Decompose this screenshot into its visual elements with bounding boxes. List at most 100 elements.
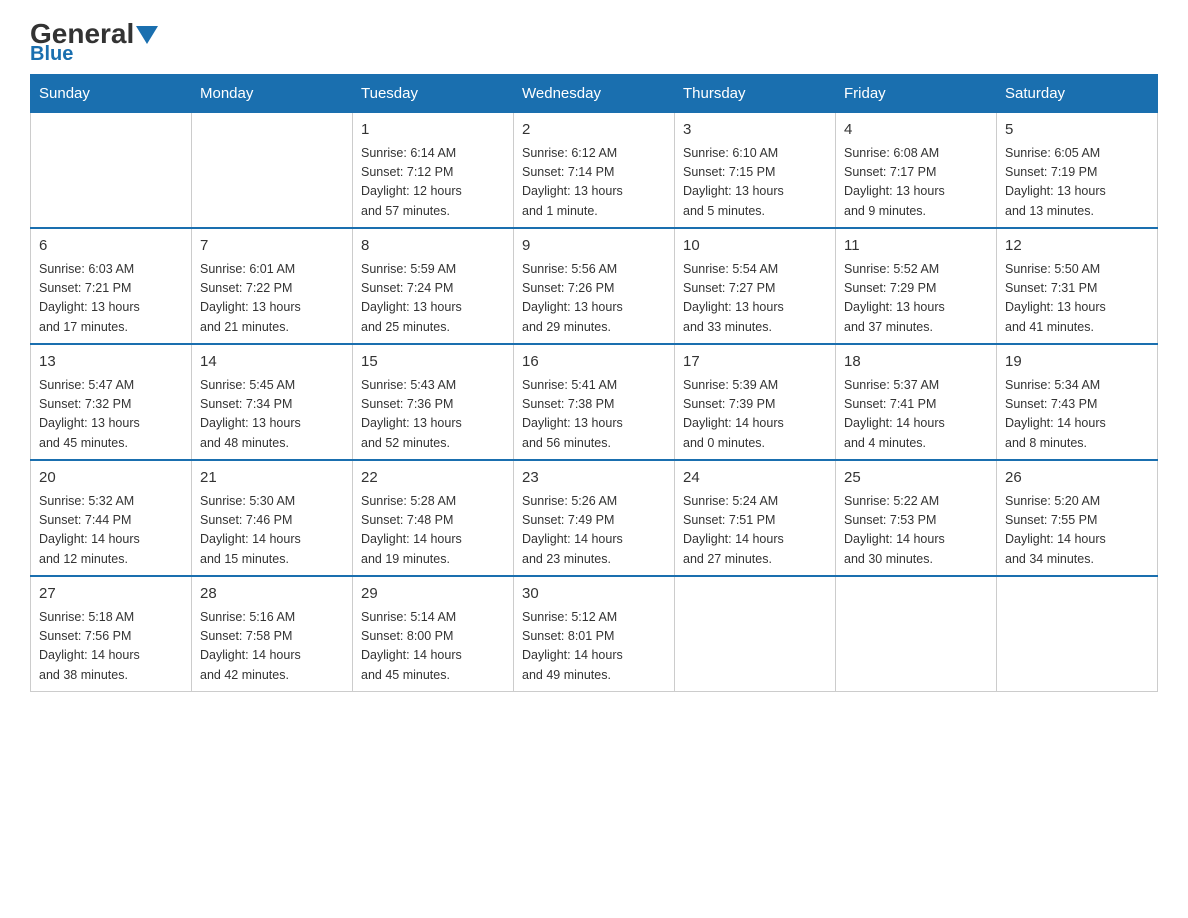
day-number: 15 bbox=[361, 351, 505, 374]
weekday-header-tuesday: Tuesday bbox=[353, 75, 514, 113]
calendar-cell: 17Sunrise: 5:39 AM Sunset: 7:39 PM Dayli… bbox=[675, 344, 836, 460]
weekday-header-friday: Friday bbox=[836, 75, 997, 113]
day-info: Sunrise: 6:01 AM Sunset: 7:22 PM Dayligh… bbox=[200, 260, 344, 338]
day-info: Sunrise: 6:05 AM Sunset: 7:19 PM Dayligh… bbox=[1005, 144, 1149, 222]
day-info: Sunrise: 5:59 AM Sunset: 7:24 PM Dayligh… bbox=[361, 260, 505, 338]
weekday-header-wednesday: Wednesday bbox=[514, 75, 675, 113]
day-number: 19 bbox=[1005, 351, 1149, 374]
day-info: Sunrise: 5:26 AM Sunset: 7:49 PM Dayligh… bbox=[522, 492, 666, 570]
calendar-cell: 22Sunrise: 5:28 AM Sunset: 7:48 PM Dayli… bbox=[353, 460, 514, 576]
day-info: Sunrise: 5:30 AM Sunset: 7:46 PM Dayligh… bbox=[200, 492, 344, 570]
calendar-week-row: 27Sunrise: 5:18 AM Sunset: 7:56 PM Dayli… bbox=[31, 576, 1158, 692]
calendar-cell: 5Sunrise: 6:05 AM Sunset: 7:19 PM Daylig… bbox=[997, 113, 1158, 229]
day-number: 8 bbox=[361, 235, 505, 258]
logo-blue: Blue bbox=[30, 44, 73, 64]
calendar-cell: 23Sunrise: 5:26 AM Sunset: 7:49 PM Dayli… bbox=[514, 460, 675, 576]
calendar-cell: 18Sunrise: 5:37 AM Sunset: 7:41 PM Dayli… bbox=[836, 344, 997, 460]
day-info: Sunrise: 6:10 AM Sunset: 7:15 PM Dayligh… bbox=[683, 144, 827, 222]
calendar-cell: 26Sunrise: 5:20 AM Sunset: 7:55 PM Dayli… bbox=[997, 460, 1158, 576]
weekday-header-sunday: Sunday bbox=[31, 75, 192, 113]
calendar-cell: 21Sunrise: 5:30 AM Sunset: 7:46 PM Dayli… bbox=[192, 460, 353, 576]
day-info: Sunrise: 5:32 AM Sunset: 7:44 PM Dayligh… bbox=[39, 492, 183, 570]
calendar-week-row: 1Sunrise: 6:14 AM Sunset: 7:12 PM Daylig… bbox=[31, 113, 1158, 229]
calendar-cell bbox=[836, 576, 997, 692]
calendar-cell: 1Sunrise: 6:14 AM Sunset: 7:12 PM Daylig… bbox=[353, 113, 514, 229]
calendar-cell: 7Sunrise: 6:01 AM Sunset: 7:22 PM Daylig… bbox=[192, 228, 353, 344]
calendar-cell: 25Sunrise: 5:22 AM Sunset: 7:53 PM Dayli… bbox=[836, 460, 997, 576]
day-number: 1 bbox=[361, 119, 505, 142]
day-info: Sunrise: 5:43 AM Sunset: 7:36 PM Dayligh… bbox=[361, 376, 505, 454]
day-number: 5 bbox=[1005, 119, 1149, 142]
calendar-cell: 24Sunrise: 5:24 AM Sunset: 7:51 PM Dayli… bbox=[675, 460, 836, 576]
calendar-cell: 6Sunrise: 6:03 AM Sunset: 7:21 PM Daylig… bbox=[31, 228, 192, 344]
calendar-cell: 30Sunrise: 5:12 AM Sunset: 8:01 PM Dayli… bbox=[514, 576, 675, 692]
calendar-cell: 11Sunrise: 5:52 AM Sunset: 7:29 PM Dayli… bbox=[836, 228, 997, 344]
day-number: 17 bbox=[683, 351, 827, 374]
day-info: Sunrise: 5:47 AM Sunset: 7:32 PM Dayligh… bbox=[39, 376, 183, 454]
calendar-cell: 20Sunrise: 5:32 AM Sunset: 7:44 PM Dayli… bbox=[31, 460, 192, 576]
day-number: 4 bbox=[844, 119, 988, 142]
calendar-cell: 2Sunrise: 6:12 AM Sunset: 7:14 PM Daylig… bbox=[514, 113, 675, 229]
day-info: Sunrise: 5:28 AM Sunset: 7:48 PM Dayligh… bbox=[361, 492, 505, 570]
day-number: 24 bbox=[683, 467, 827, 490]
calendar-cell: 9Sunrise: 5:56 AM Sunset: 7:26 PM Daylig… bbox=[514, 228, 675, 344]
day-info: Sunrise: 5:34 AM Sunset: 7:43 PM Dayligh… bbox=[1005, 376, 1149, 454]
day-number: 16 bbox=[522, 351, 666, 374]
day-info: Sunrise: 6:14 AM Sunset: 7:12 PM Dayligh… bbox=[361, 144, 505, 222]
day-info: Sunrise: 5:39 AM Sunset: 7:39 PM Dayligh… bbox=[683, 376, 827, 454]
day-info: Sunrise: 6:12 AM Sunset: 7:14 PM Dayligh… bbox=[522, 144, 666, 222]
day-number: 27 bbox=[39, 583, 183, 606]
calendar-cell: 19Sunrise: 5:34 AM Sunset: 7:43 PM Dayli… bbox=[997, 344, 1158, 460]
day-number: 10 bbox=[683, 235, 827, 258]
calendar-cell: 15Sunrise: 5:43 AM Sunset: 7:36 PM Dayli… bbox=[353, 344, 514, 460]
page-header: General Blue bbox=[30, 20, 1158, 64]
weekday-header-thursday: Thursday bbox=[675, 75, 836, 113]
day-info: Sunrise: 5:54 AM Sunset: 7:27 PM Dayligh… bbox=[683, 260, 827, 338]
day-number: 20 bbox=[39, 467, 183, 490]
day-info: Sunrise: 6:08 AM Sunset: 7:17 PM Dayligh… bbox=[844, 144, 988, 222]
calendar-week-row: 6Sunrise: 6:03 AM Sunset: 7:21 PM Daylig… bbox=[31, 228, 1158, 344]
day-number: 28 bbox=[200, 583, 344, 606]
day-info: Sunrise: 5:56 AM Sunset: 7:26 PM Dayligh… bbox=[522, 260, 666, 338]
calendar-cell: 28Sunrise: 5:16 AM Sunset: 7:58 PM Dayli… bbox=[192, 576, 353, 692]
calendar-cell bbox=[675, 576, 836, 692]
day-number: 22 bbox=[361, 467, 505, 490]
day-info: Sunrise: 5:18 AM Sunset: 7:56 PM Dayligh… bbox=[39, 608, 183, 686]
day-info: Sunrise: 5:22 AM Sunset: 7:53 PM Dayligh… bbox=[844, 492, 988, 570]
day-number: 7 bbox=[200, 235, 344, 258]
day-number: 9 bbox=[522, 235, 666, 258]
calendar-cell: 13Sunrise: 5:47 AM Sunset: 7:32 PM Dayli… bbox=[31, 344, 192, 460]
weekday-header-saturday: Saturday bbox=[997, 75, 1158, 113]
day-info: Sunrise: 5:16 AM Sunset: 7:58 PM Dayligh… bbox=[200, 608, 344, 686]
calendar-table: SundayMondayTuesdayWednesdayThursdayFrid… bbox=[30, 74, 1158, 692]
calendar-cell: 16Sunrise: 5:41 AM Sunset: 7:38 PM Dayli… bbox=[514, 344, 675, 460]
weekday-header-row: SundayMondayTuesdayWednesdayThursdayFrid… bbox=[31, 75, 1158, 113]
day-info: Sunrise: 5:50 AM Sunset: 7:31 PM Dayligh… bbox=[1005, 260, 1149, 338]
logo-triangle-icon bbox=[136, 26, 158, 44]
calendar-cell: 10Sunrise: 5:54 AM Sunset: 7:27 PM Dayli… bbox=[675, 228, 836, 344]
calendar-cell bbox=[31, 113, 192, 229]
day-number: 6 bbox=[39, 235, 183, 258]
day-info: Sunrise: 5:24 AM Sunset: 7:51 PM Dayligh… bbox=[683, 492, 827, 570]
day-info: Sunrise: 5:37 AM Sunset: 7:41 PM Dayligh… bbox=[844, 376, 988, 454]
day-info: Sunrise: 5:41 AM Sunset: 7:38 PM Dayligh… bbox=[522, 376, 666, 454]
day-number: 21 bbox=[200, 467, 344, 490]
day-number: 12 bbox=[1005, 235, 1149, 258]
day-number: 30 bbox=[522, 583, 666, 606]
day-number: 14 bbox=[200, 351, 344, 374]
day-number: 11 bbox=[844, 235, 988, 258]
calendar-cell: 8Sunrise: 5:59 AM Sunset: 7:24 PM Daylig… bbox=[353, 228, 514, 344]
calendar-week-row: 20Sunrise: 5:32 AM Sunset: 7:44 PM Dayli… bbox=[31, 460, 1158, 576]
day-number: 2 bbox=[522, 119, 666, 142]
day-number: 23 bbox=[522, 467, 666, 490]
day-number: 29 bbox=[361, 583, 505, 606]
day-info: Sunrise: 6:03 AM Sunset: 7:21 PM Dayligh… bbox=[39, 260, 183, 338]
calendar-cell: 12Sunrise: 5:50 AM Sunset: 7:31 PM Dayli… bbox=[997, 228, 1158, 344]
calendar-cell: 29Sunrise: 5:14 AM Sunset: 8:00 PM Dayli… bbox=[353, 576, 514, 692]
logo: General Blue bbox=[30, 20, 158, 64]
day-number: 26 bbox=[1005, 467, 1149, 490]
day-info: Sunrise: 5:20 AM Sunset: 7:55 PM Dayligh… bbox=[1005, 492, 1149, 570]
day-number: 3 bbox=[683, 119, 827, 142]
calendar-cell bbox=[192, 113, 353, 229]
calendar-cell bbox=[997, 576, 1158, 692]
